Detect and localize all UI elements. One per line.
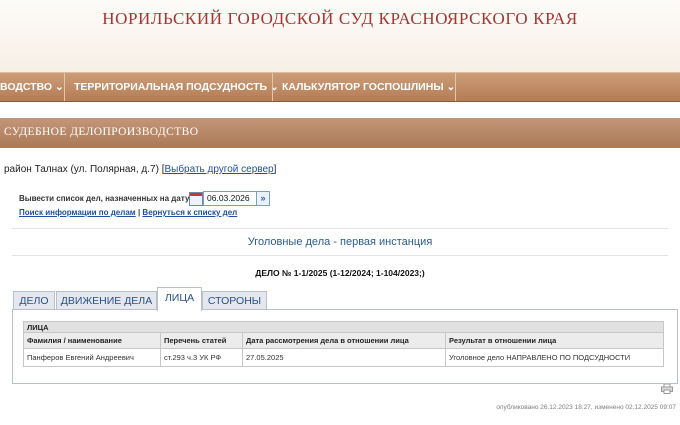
section-bar: СУДЕБНОЕ ДЕЛОПРОИЗВОДСТВО [0,118,680,148]
persons-panel: ЛИЦА Фамилия / наименование Перечень ста… [12,309,678,384]
publication-info: опубликовано 26.12.2023 18:27, изменено … [496,404,676,411]
nav-item-proceedings[interactable]: ВОДСТВО ⌄ [0,73,64,101]
court-header: НОРИЛЬСКИЙ ГОРОДСКОЙ СУД КРАСНОЯРСКОГО К… [0,0,680,72]
column-header: Перечень статей [160,332,243,349]
calendar-icon[interactable] [189,192,203,206]
main-nav: ВОДСТВО ⌄ ТЕРРИТОРИАЛЬНАЯ ПОДСУДНОСТЬ ⌄ … [0,72,680,102]
case-number: ДЕЛО № 1-1/2025 (1-12/2024; 1-104/2023;) [255,268,425,278]
court-title: НОРИЛЬСКИЙ ГОРОДСКОЙ СУД КРАСНОЯРСКОГО К… [102,9,578,28]
court-district: район Талнах (ул. Полярная, д.7) [Выбрат… [4,164,276,175]
nav-divider [272,73,273,101]
date-filter-label: Вывести список дел, назначенных на дату [19,194,190,203]
choose-server-link[interactable]: Выбрать другой сервер [164,164,273,175]
column-header: Результат в отношении лица [445,332,664,349]
table-cell: ст.293 ч.3 УК РФ [160,348,243,367]
nav-item-fee-calculator[interactable]: КАЛЬКУЛЯТОР ГОСПОШЛИНЫ ⌄ [282,73,455,101]
tab-persons[interactable]: ЛИЦА [157,287,202,311]
table-cell: 27.05.2025 [242,348,446,367]
tab-case-movement[interactable]: ДВИЖЕНИЕ ДЕЛА [56,291,157,310]
link-separator: | [137,208,141,217]
nav-item-jurisdiction[interactable]: ТЕРРИТОРИАЛЬНАЯ ПОДСУДНОСТЬ ⌄ [74,73,279,101]
case-search-link[interactable]: Поиск информации по делам [19,208,136,217]
date-input[interactable]: 06.03.2026 [203,191,259,206]
persons-table: ЛИЦА Фамилия / наименование Перечень ста… [23,321,664,367]
divider [12,255,668,256]
bracket-close: ] [273,164,277,175]
case-type-heading: Уголовные дела - первая инстанция [247,236,433,248]
column-header: Фамилия / наименование [23,332,161,349]
column-header: Дата рассмотрения дела в отношении лица [242,332,446,349]
table-row: Панферов Евгений Андреевич ст.293 ч.3 УК… [23,348,664,367]
table-caption: ЛИЦА [23,321,664,333]
table-cell: Панферов Евгений Андреевич [23,348,161,367]
case-links: Поиск информации по делам | Вернуться к … [19,208,237,217]
tab-parties[interactable]: СТОРОНЫ [202,291,267,310]
printer-icon[interactable] [661,384,673,394]
district-text: район Талнах (ул. Полярная, д.7) [4,164,159,175]
back-to-list-link[interactable]: Вернуться к списку дел [142,208,237,217]
divider [12,228,668,229]
nav-divider [455,73,456,101]
table-cell: Уголовное дело НАПРАВЛЕНО ПО ПОДСУДНОСТИ [445,348,664,367]
nav-divider [64,73,65,101]
section-title: СУДЕБНОЕ ДЕЛОПРОИЗВОДСТВО [4,126,199,138]
double-arrow-icon[interactable]: » [256,191,270,206]
tab-case[interactable]: ДЕЛО [13,291,55,310]
